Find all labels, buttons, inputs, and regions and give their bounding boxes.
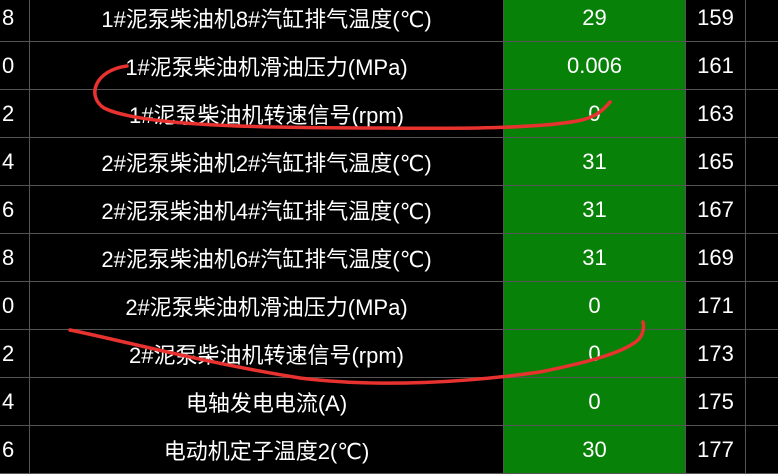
row-index: 4: [0, 138, 30, 185]
sensor-name: 2#泥泵柴油机4#汽缸排气温度(℃): [30, 186, 504, 233]
blank-cell: [746, 90, 778, 137]
sensor-value: 0: [504, 90, 686, 137]
sensor-value: 0: [504, 282, 686, 329]
sensor-name: 电动机定子温度2(℃): [30, 426, 504, 473]
row-index: 6: [0, 186, 30, 233]
row-index: 0: [0, 282, 30, 329]
register-address: 171: [686, 282, 746, 329]
sensor-name: 2#泥泵柴油机2#汽缸排气温度(℃): [30, 138, 504, 185]
register-address: 165: [686, 138, 746, 185]
register-address: 161: [686, 42, 746, 89]
row-index: 2: [0, 90, 30, 137]
sensor-name: 2#泥泵柴油机转速信号(rpm): [30, 330, 504, 377]
row-index: 2: [0, 330, 30, 377]
sensor-name: 2#泥泵柴油机滑油压力(MPa): [30, 282, 504, 329]
blank-cell: [746, 282, 778, 329]
sensor-value: 31: [504, 234, 686, 281]
table-row: 0 1#泥泵柴油机滑油压力(MPa) 0.006 161: [0, 42, 778, 90]
register-address: 159: [686, 0, 746, 41]
table-row: 6 电动机定子温度2(℃) 30 177: [0, 426, 778, 474]
sensor-value: 0: [504, 330, 686, 377]
blank-cell: [746, 138, 778, 185]
register-address: 167: [686, 186, 746, 233]
sensor-name: 1#泥泵柴油机8#汽缸排气温度(℃): [30, 0, 504, 41]
sensor-value: 0.006: [504, 42, 686, 89]
sensor-value: 31: [504, 138, 686, 185]
row-index: 8: [0, 0, 30, 41]
blank-cell: [746, 426, 778, 473]
sensor-value: 30: [504, 426, 686, 473]
blank-cell: [746, 42, 778, 89]
register-address: 175: [686, 378, 746, 425]
blank-cell: [746, 186, 778, 233]
register-address: 173: [686, 330, 746, 377]
sensor-value: 29: [504, 0, 686, 41]
table-row: 6 2#泥泵柴油机4#汽缸排气温度(℃) 31 167: [0, 186, 778, 234]
sensor-value: 31: [504, 186, 686, 233]
table-row: 8 1#泥泵柴油机8#汽缸排气温度(℃) 29 159: [0, 0, 778, 42]
sensor-value: 0: [504, 378, 686, 425]
sensor-name: 电轴发电电流(A): [30, 378, 504, 425]
register-address: 169: [686, 234, 746, 281]
table-row: 8 2#泥泵柴油机6#汽缸排气温度(℃) 31 169: [0, 234, 778, 282]
register-address: 177: [686, 426, 746, 473]
sensor-name: 2#泥泵柴油机6#汽缸排气温度(℃): [30, 234, 504, 281]
sensor-name: 1#泥泵柴油机转速信号(rpm): [30, 90, 504, 137]
row-index: 8: [0, 234, 30, 281]
table-row: 0 2#泥泵柴油机滑油压力(MPa) 0 171: [0, 282, 778, 330]
blank-cell: [746, 234, 778, 281]
table-row: 4 电轴发电电流(A) 0 175: [0, 378, 778, 426]
row-index: 4: [0, 378, 30, 425]
table-row: 2 2#泥泵柴油机转速信号(rpm) 0 173: [0, 330, 778, 378]
blank-cell: [746, 0, 778, 41]
table-row: 4 2#泥泵柴油机2#汽缸排气温度(℃) 31 165: [0, 138, 778, 186]
blank-cell: [746, 330, 778, 377]
row-index: 0: [0, 42, 30, 89]
row-index: 6: [0, 426, 30, 473]
sensor-table: 8 1#泥泵柴油机8#汽缸排气温度(℃) 29 159 0 1#泥泵柴油机滑油压…: [0, 0, 778, 474]
blank-cell: [746, 378, 778, 425]
register-address: 163: [686, 90, 746, 137]
sensor-name: 1#泥泵柴油机滑油压力(MPa): [30, 42, 504, 89]
table-row: 2 1#泥泵柴油机转速信号(rpm) 0 163: [0, 90, 778, 138]
